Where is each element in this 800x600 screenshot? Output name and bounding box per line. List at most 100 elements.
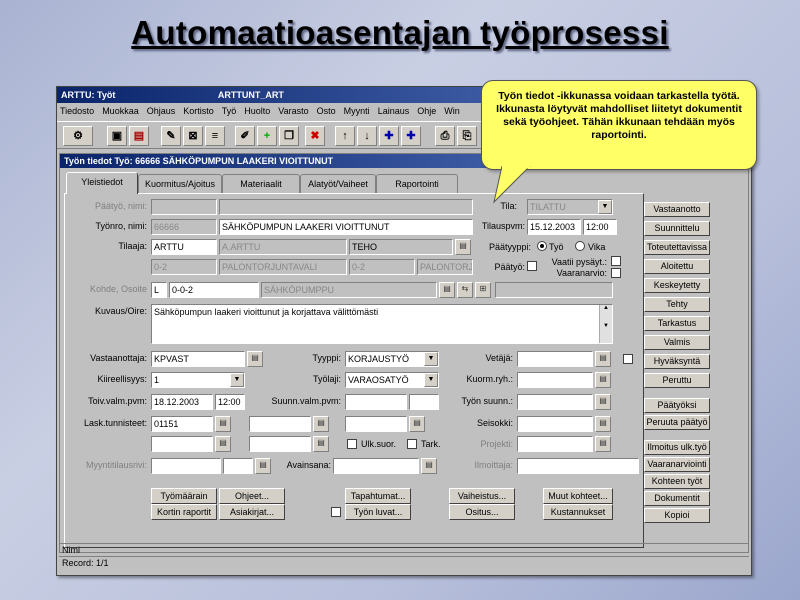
tarkastus-button[interactable]: Tarkastus xyxy=(644,316,710,331)
lasktunnisteet-3-field[interactable] xyxy=(345,416,407,432)
lookup-icon[interactable]: ▤ xyxy=(313,436,329,452)
scrollbar[interactable]: ▲ ▼ xyxy=(599,305,612,343)
tyon-luvat-button[interactable]: Työn luvat... xyxy=(345,504,411,520)
peruuta-paatyo-button[interactable]: Peruuta päätyö xyxy=(644,415,710,430)
vetaja-field[interactable] xyxy=(517,351,593,367)
ositus-button[interactable]: Ositus... xyxy=(449,504,515,520)
copy-icon[interactable]: ❐ xyxy=(279,126,299,146)
chevron-down-icon[interactable]: ▼ xyxy=(598,200,612,214)
tilauspvm-field[interactable]: 15.12.2003 xyxy=(527,219,581,235)
kohde-a-field[interactable]: L xyxy=(151,282,167,298)
lasktunnisteet-5-field[interactable] xyxy=(249,436,311,452)
tyonsuunn-field[interactable] xyxy=(517,394,593,410)
lasktunnisteet-field[interactable]: 01151 xyxy=(151,416,213,432)
tilaaja-field[interactable]: ARTTU xyxy=(151,239,217,255)
projekti-field[interactable] xyxy=(517,436,593,452)
lookup-icon[interactable]: ▤ xyxy=(595,436,611,452)
plus-2-icon[interactable]: ✚ xyxy=(401,126,421,146)
vastaanottaja-field[interactable]: KPVAST xyxy=(151,351,245,367)
myyntitilausrivi-2-field[interactable] xyxy=(223,458,253,474)
edit-2-icon[interactable]: ⊠ xyxy=(183,126,203,146)
vaatii-checkbox[interactable] xyxy=(611,256,621,266)
suunnvalm-field[interactable] xyxy=(345,394,407,410)
asiakirjat-button[interactable]: Asiakirjat... xyxy=(219,504,285,520)
lookup-icon[interactable]: ▤ xyxy=(439,282,455,298)
lookup-icon[interactable]: ▤ xyxy=(421,458,437,474)
toteutettavissa-button[interactable]: Toteutettavissa xyxy=(644,240,710,255)
kopioi-button[interactable]: Kopioi xyxy=(644,508,710,523)
paatyyppi-tyo-radio[interactable] xyxy=(537,241,547,251)
lookup-icon[interactable]: ▤ xyxy=(595,394,611,410)
avainsana-field[interactable] xyxy=(333,458,419,474)
menu-item-11[interactable]: Win xyxy=(444,106,460,116)
tyomaarain-button[interactable]: Työmäärain xyxy=(151,488,217,504)
kohteen-tyot-button[interactable]: Kohteen työt xyxy=(644,474,710,489)
tilausklo-field[interactable]: 12:00 xyxy=(583,219,617,235)
menu-item-8[interactable]: Myynti xyxy=(344,106,370,116)
vaaranarviointi-button[interactable]: Vaaranarviointi xyxy=(644,457,710,472)
lookup-icon[interactable]: ▤ xyxy=(215,436,231,452)
myyntitilausrivi-field[interactable] xyxy=(151,458,221,474)
users-icon[interactable]: ⚙ xyxy=(63,126,93,146)
lookup-icon[interactable]: ▤ xyxy=(595,416,611,432)
menu-item-9[interactable]: Lainaus xyxy=(378,106,410,116)
vastaanotto-button[interactable]: Vastaanotto xyxy=(644,202,710,217)
exit-icon[interactable]: ▤ xyxy=(129,126,149,146)
grid-icon[interactable]: ⊞ xyxy=(475,282,491,298)
chevron-down-icon[interactable]: ▼ xyxy=(424,352,438,366)
menu-item-4[interactable]: Työ xyxy=(222,106,237,116)
kustannukset-button[interactable]: Kustannukset xyxy=(543,504,613,520)
suunnvalmklo-field[interactable] xyxy=(409,394,439,410)
menu-item-6[interactable]: Varasto xyxy=(278,106,308,116)
kuormryh-field[interactable] xyxy=(517,372,593,388)
lookup-icon[interactable]: ▤ xyxy=(313,416,329,432)
keskeytetty-button[interactable]: Keskeytetty xyxy=(644,278,710,293)
menu-item-3[interactable]: Kortisto xyxy=(183,106,214,116)
print-2-icon[interactable]: ⎘ xyxy=(457,126,477,146)
tab-alatyot[interactable]: Alatyöt/Vaiheet xyxy=(300,174,376,194)
toivvalmklo-field[interactable]: 12:00 xyxy=(215,394,245,410)
hyvaksynta-button[interactable]: Hyväksyntä xyxy=(644,354,710,369)
tyonimi-field[interactable]: SÄHKÖPUMPUN LAAKERI VIOITTUNUT xyxy=(219,219,473,235)
paatyo-checkbox[interactable] xyxy=(527,261,537,271)
tab-yleistiedot[interactable]: Yleistiedot xyxy=(66,172,138,194)
lookup-icon[interactable]: ▤ xyxy=(455,239,471,255)
lookup-icon[interactable]: ▤ xyxy=(255,458,271,474)
menu-item-0[interactable]: Tiedosto xyxy=(60,106,94,116)
aloitettu-button[interactable]: Aloitettu xyxy=(644,259,710,274)
lookup-icon[interactable]: ▤ xyxy=(215,416,231,432)
print-icon[interactable]: ⎙ xyxy=(435,126,455,146)
toivvalm-field[interactable]: 18.12.2003 xyxy=(151,394,213,410)
tapahtumat-button[interactable]: Tapahtumat... xyxy=(345,488,411,504)
hyvaksynta-checkbox[interactable] xyxy=(623,354,633,364)
tyon-luvat-checkbox[interactable] xyxy=(331,507,341,517)
kuvaus-textarea[interactable]: Sähköpumpun laakeri vioittunut ja korjat… xyxy=(151,304,613,344)
tab-materiaalit[interactable]: Materiaalit xyxy=(222,174,300,194)
list-icon[interactable]: ≡ xyxy=(205,126,225,146)
ilmoittaja-field[interactable] xyxy=(517,458,639,474)
peruttu-button[interactable]: Peruttu xyxy=(644,373,710,388)
paatyoksi-button[interactable]: Päätyöksi xyxy=(644,398,710,413)
ohjeet-button[interactable]: Ohjeet... xyxy=(219,488,285,504)
tab-raportointi[interactable]: Raportointi xyxy=(376,174,458,194)
tehty-button[interactable]: Tehty xyxy=(644,297,710,312)
edit-icon[interactable]: ✎ xyxy=(161,126,181,146)
menu-item-5[interactable]: Huolto xyxy=(244,106,270,116)
kortin-raportit-button[interactable]: Kortin raportit xyxy=(151,504,217,520)
lookup-icon[interactable]: ▤ xyxy=(595,351,611,367)
muut-kohteet-button[interactable]: Muut kohteet... xyxy=(543,488,613,504)
plus-icon[interactable]: ✚ xyxy=(379,126,399,146)
menu-item-7[interactable]: Osto xyxy=(317,106,336,116)
suunnittelu-button[interactable]: Suunnittelu xyxy=(644,221,710,236)
lasktunnisteet-4-field[interactable] xyxy=(151,436,213,452)
valmis-button[interactable]: Valmis xyxy=(644,335,710,350)
tab-kuormitus[interactable]: Kuormitus/Ajoitus xyxy=(138,174,222,194)
delete-icon[interactable]: ✖ xyxy=(305,126,325,146)
tree-icon[interactable]: ⇆ xyxy=(457,282,473,298)
kohde-b-field[interactable]: 0-0-2 xyxy=(169,282,259,298)
paatyyppi-vika-radio[interactable] xyxy=(575,241,585,251)
dokumentit-button[interactable]: Dokumentit xyxy=(644,491,710,506)
add-icon[interactable]: + xyxy=(257,126,277,146)
chevron-down-icon[interactable]: ▼ xyxy=(424,373,438,387)
ulksuor-checkbox[interactable] xyxy=(347,439,357,449)
